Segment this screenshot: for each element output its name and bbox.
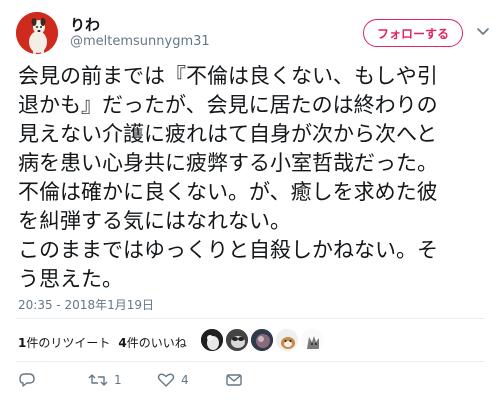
like-stat-count: 4 xyxy=(118,336,127,350)
like-button[interactable]: 4 xyxy=(157,370,189,390)
chevron-down-icon[interactable] xyxy=(476,23,490,37)
like-icon xyxy=(157,373,175,387)
tweet-line: 不倫は確かに良くない。が、癒しを求めた彼 xyxy=(18,180,438,204)
like-count: 4 xyxy=(181,373,189,387)
retweet-stat[interactable]: 1件のリツイート xyxy=(18,336,110,350)
liker-avatar[interactable] xyxy=(275,328,299,352)
tweet-line: 退かも』だったが、会見に居たのは終わりの xyxy=(18,93,438,117)
tweet-line: 会見の前までは『不倫は良くない、もしや引 xyxy=(18,64,438,88)
liker-avatar[interactable] xyxy=(225,328,249,352)
tweet-actions: 1 4 xyxy=(0,366,500,394)
avatar-dog-icon xyxy=(16,12,58,54)
tweet-card: りわ @meltemsunnygm31 フォローする 会見の前までは『不倫は良く… xyxy=(0,0,500,402)
retweet-icon xyxy=(88,374,108,386)
tweet-timestamp[interactable]: 20:35 - 2018年1月19日 xyxy=(18,296,154,313)
display-name[interactable]: りわ xyxy=(70,14,100,35)
reply-icon xyxy=(19,373,35,387)
follow-button[interactable]: フォローする xyxy=(363,19,463,47)
engagement-stats: 1件のリツイート 4件のいいね xyxy=(18,334,187,351)
tweet-line: 見えない介護に疲れはて自身が次から次へと xyxy=(18,122,437,146)
tweet-line: を糾弾する気にはなれない。 xyxy=(18,209,291,233)
avatar[interactable] xyxy=(16,12,58,54)
retweet-stat-label: 件のリツイート xyxy=(26,336,111,350)
tweet-text: 会見の前までは『不倫は良くない、もしや引 退かも』だったが、会見に居たのは終わり… xyxy=(18,62,492,294)
liker-avatar[interactable] xyxy=(200,328,224,352)
like-stat[interactable]: 4件のいいね xyxy=(118,336,186,350)
like-stat-label: 件のいいね xyxy=(126,336,187,350)
tweet-line: う思えた。 xyxy=(18,267,123,291)
user-handle[interactable]: @meltemsunnygm31 xyxy=(70,34,210,49)
dm-icon xyxy=(226,374,242,386)
divider xyxy=(16,318,484,319)
liker-avatar[interactable] xyxy=(250,328,274,352)
liker-avatar[interactable] xyxy=(300,328,324,352)
divider xyxy=(16,361,484,362)
tweet-line: 病を患い心身共に疲弊する小室哲哉だった。 xyxy=(18,151,438,175)
reply-button[interactable] xyxy=(18,370,36,390)
dm-button[interactable] xyxy=(225,370,243,390)
retweet-button[interactable]: 1 xyxy=(88,370,122,390)
retweet-count: 1 xyxy=(114,373,122,387)
tweet-line: このままではゆっくりと自殺しかねない。そ xyxy=(18,238,438,262)
